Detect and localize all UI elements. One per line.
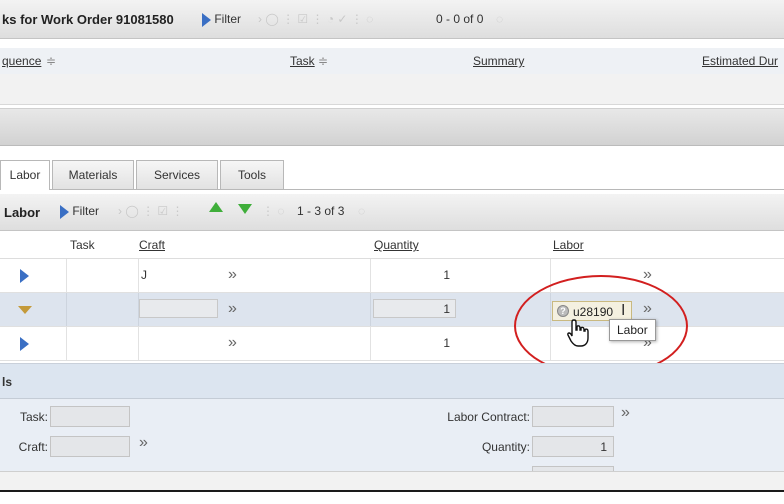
move-up-icon[interactable] <box>209 202 223 212</box>
quantity-value: 1 <box>443 268 450 282</box>
craft-field[interactable] <box>50 436 130 457</box>
col-quantity[interactable]: Quantity <box>374 238 419 252</box>
craft-lookup-icon[interactable]: » <box>228 266 237 284</box>
task-label: Task: <box>19 410 48 424</box>
labor-pagination: 1 - 3 of 3 <box>297 204 345 218</box>
sort-icon[interactable]: ≑ <box>46 54 56 68</box>
labor-table-header: Task Craft Quantity Labor <box>0 232 784 259</box>
collapse-row-icon[interactable] <box>18 306 32 314</box>
next-page-icon: ◌ <box>358 204 366 218</box>
labor-contract-label: Labor Contract: <box>447 410 530 424</box>
highlight-circle <box>514 275 688 377</box>
next-page-icon: ◌ <box>496 12 504 26</box>
craft-lookup-icon[interactable]: » <box>228 300 237 318</box>
labor-toolbar: Labor Filter › ◯ ⋮ ☑ ⋮ ⋮ ◌ 1 - 3 of 3 ◌ <box>0 194 784 231</box>
quantity-value: 1 <box>443 336 450 350</box>
sort-icon[interactable]: ≑ <box>318 54 328 68</box>
col-task[interactable]: Task <box>70 238 95 252</box>
move-down-icon[interactable] <box>238 204 252 214</box>
column-divider <box>138 259 139 292</box>
craft-lookup-icon[interactable]: » <box>228 334 237 352</box>
tab-materials[interactable]: Materials <box>52 160 134 189</box>
col-craft[interactable]: Craft <box>139 238 165 252</box>
craft-input[interactable] <box>139 299 218 318</box>
craft-lookup-icon[interactable]: » <box>139 434 148 452</box>
column-divider <box>370 327 371 360</box>
column-divider <box>138 327 139 360</box>
craft-value: J <box>141 268 147 282</box>
column-divider <box>66 293 67 326</box>
tasks-filter-label: Filter <box>214 12 242 26</box>
column-divider <box>66 327 67 360</box>
quantity-label: Quantity: <box>481 440 530 454</box>
tab-bar: Labor Materials Services Tools <box>0 160 784 190</box>
disabled-toolbar-icons: › ◯ ⋮ ☑ ⋮ ◔ ✓ ⋮ ◌ <box>258 12 374 26</box>
details-header: ls <box>0 364 784 399</box>
labor-filter-button[interactable]: Filter <box>60 204 99 219</box>
disabled-toolbar-icons: ⋮ ◌ <box>262 204 285 218</box>
column-divider <box>370 259 371 292</box>
column-divider <box>370 293 371 326</box>
expand-row-icon[interactable] <box>20 269 29 283</box>
task-field[interactable] <box>50 406 130 427</box>
details-section: ls Task: Craft: » Labor Contract: » Quan… <box>0 363 784 472</box>
col-labor[interactable]: Labor <box>553 238 584 252</box>
col-estimated-duration[interactable]: Estimated Dur <box>702 54 778 68</box>
labor-contract-field[interactable] <box>532 406 614 427</box>
labor-contract-lookup-icon[interactable]: » <box>621 404 630 422</box>
filter-arrow-icon <box>202 12 211 27</box>
tasks-empty-row <box>0 74 784 105</box>
disabled-toolbar-icons: › ◯ ⋮ ☑ ⋮ <box>118 204 184 218</box>
tasks-table-header: quence ≑ Task ≑ Summary Estimated Dur <box>0 48 784 74</box>
tasks-toolbar: ks for Work Order 91081580 Filter › ◯ ⋮ … <box>0 0 784 39</box>
details-title: ls <box>2 375 13 389</box>
expand-row-icon[interactable] <box>20 337 29 351</box>
tasks-section-title: ks for Work Order 91081580 <box>2 12 174 27</box>
labor-section-title: Labor <box>4 205 41 220</box>
filter-arrow-icon <box>60 204 69 219</box>
col-task[interactable]: Task <box>290 54 315 68</box>
table-row[interactable]: J » 1 » <box>0 259 784 293</box>
tab-labor[interactable]: Labor <box>0 160 50 190</box>
col-sequence[interactable]: quence <box>2 54 41 68</box>
tasks-filter-button[interactable]: Filter <box>202 12 241 27</box>
tasks-pagination: 0 - 0 of 0 <box>436 12 484 26</box>
quantity-field[interactable]: 1 <box>532 436 614 457</box>
quantity-value: 1 <box>443 302 450 316</box>
tab-tools[interactable]: Tools <box>220 160 284 189</box>
column-divider <box>66 259 67 292</box>
tab-services[interactable]: Services <box>136 160 218 189</box>
labor-filter-label: Filter <box>72 204 100 218</box>
col-summary[interactable]: Summary <box>473 54 524 68</box>
tasks-footer-band <box>0 108 784 146</box>
bottom-band <box>0 471 784 490</box>
craft-label: Craft: <box>18 440 48 454</box>
window-border <box>0 490 784 492</box>
